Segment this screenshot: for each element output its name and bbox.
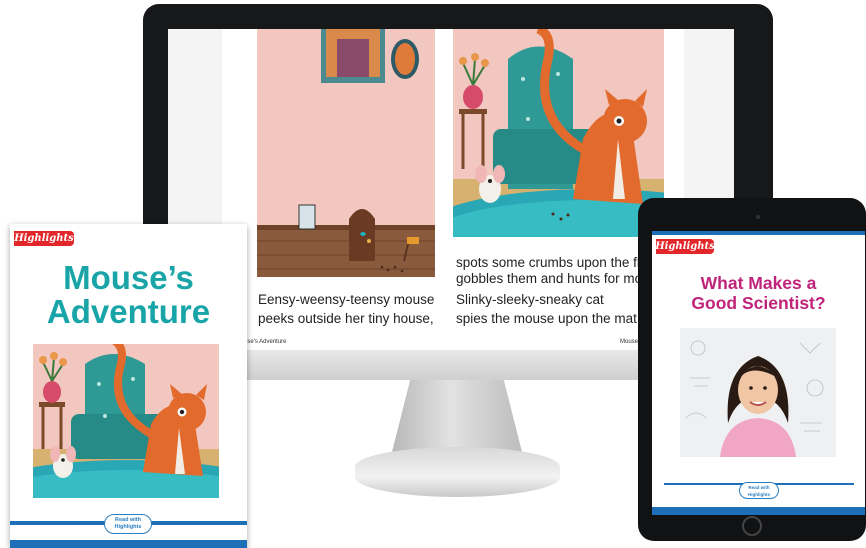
scientist-girl-photo [680, 328, 836, 457]
tablet-home-button[interactable] [742, 516, 762, 536]
mouse-house-illustration [257, 29, 435, 277]
left-page-line-2: peeks outside her tiny house, [258, 311, 434, 326]
tablet-bottom-band [652, 507, 865, 515]
tablet-title-line-2: Good Scientist? [691, 293, 826, 313]
ebook-spread: Eensy-weensy-teensy mouse peeks outside … [222, 29, 684, 351]
book-title-line-1: Mouse’s [63, 259, 194, 296]
tablet-title-line-1: What Makes a [700, 273, 817, 293]
read-with-highlights-badge: Read with Highlights [739, 482, 779, 499]
book-bottom-band [10, 540, 247, 548]
monitor-stand-neck [392, 380, 522, 452]
right-page-line-4: spies the mouse upon the mat. [456, 311, 641, 326]
cat-and-mouse-illustration [453, 29, 664, 237]
tablet-camera [756, 215, 760, 219]
tablet-top-bar [652, 231, 865, 235]
book-title-line-2: Adventure [46, 293, 211, 330]
read-with-highlights-badge: Read with Highlights [104, 514, 152, 534]
tablet-book-cover-what-makes-a-good-scientist[interactable]: Highlights What Makes a Good Scientist? … [652, 231, 865, 515]
left-page-line-1: Eensy-weensy-teensy mouse [258, 292, 435, 307]
book-cover-mouses-adventure[interactable]: Highlights Mouse’s Adventure Read with H… [10, 224, 247, 548]
right-page-line-3: Slinky-sleeky-sneaky cat [456, 292, 604, 307]
monitor-stand-base [355, 447, 560, 497]
highlights-logo: Highlights [655, 239, 715, 254]
book-cover-illustration [33, 344, 219, 498]
right-page-line-2: gobbles them and hunts for mo [456, 271, 643, 286]
highlights-logo: Highlights [14, 231, 74, 246]
left-page-footer: use's Adventure [244, 339, 287, 345]
